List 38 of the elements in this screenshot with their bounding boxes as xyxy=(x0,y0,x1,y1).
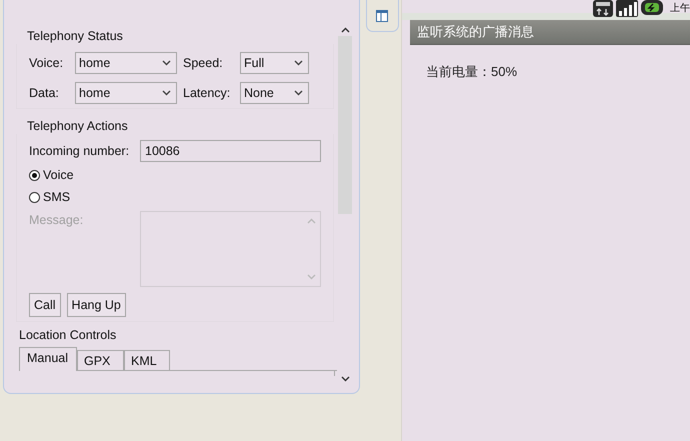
tab[interactable]: GPX xyxy=(77,350,124,371)
chevron-down-icon xyxy=(162,90,171,96)
field-label: Data: xyxy=(29,86,60,100)
field-label: Message: xyxy=(29,213,84,227)
field-label: Incoming number: xyxy=(29,144,130,158)
view-tab[interactable] xyxy=(366,0,398,32)
field-label: Latency: xyxy=(183,86,232,100)
status-time: 上午 xyxy=(670,2,690,16)
chevron-down-icon xyxy=(294,60,303,66)
action-button[interactable]: Call xyxy=(29,293,61,317)
field-label: Speed: xyxy=(183,56,224,70)
group-title: Location Controls xyxy=(19,327,118,343)
field-label: Voice: xyxy=(29,56,64,70)
scroll-up-icon[interactable] xyxy=(340,27,350,33)
radio-option[interactable]: SMS xyxy=(29,189,333,205)
layout-icon xyxy=(376,10,388,22)
dropdown[interactable]: None xyxy=(240,82,309,104)
scroll-up-icon xyxy=(307,218,316,224)
app-title: 监听系统的广播消息 xyxy=(410,20,690,45)
action-button[interactable]: Hang Up xyxy=(66,293,126,317)
chevron-down-icon xyxy=(294,90,303,96)
scroll-down-icon[interactable] xyxy=(340,376,350,382)
group-title: Telephony Status xyxy=(26,28,124,44)
dropdown[interactable]: home xyxy=(75,82,177,104)
tab[interactable]: Manual xyxy=(19,347,77,371)
signal-icon xyxy=(616,0,638,17)
dropdown[interactable]: home xyxy=(75,52,177,74)
network-icon xyxy=(593,0,613,17)
group-title: Telephony Actions xyxy=(26,118,129,134)
battery-icon xyxy=(641,0,663,15)
dropdown[interactable]: Full xyxy=(240,52,309,74)
number-field[interactable]: 10086 xyxy=(140,140,321,162)
scroll-down-icon xyxy=(307,274,316,280)
battery-message: 当前电量：50% xyxy=(426,63,518,81)
tab[interactable]: KML xyxy=(124,350,170,371)
message-field[interactable] xyxy=(140,211,321,287)
radio-option[interactable]: Voice xyxy=(29,167,333,183)
chevron-down-icon xyxy=(162,60,171,66)
